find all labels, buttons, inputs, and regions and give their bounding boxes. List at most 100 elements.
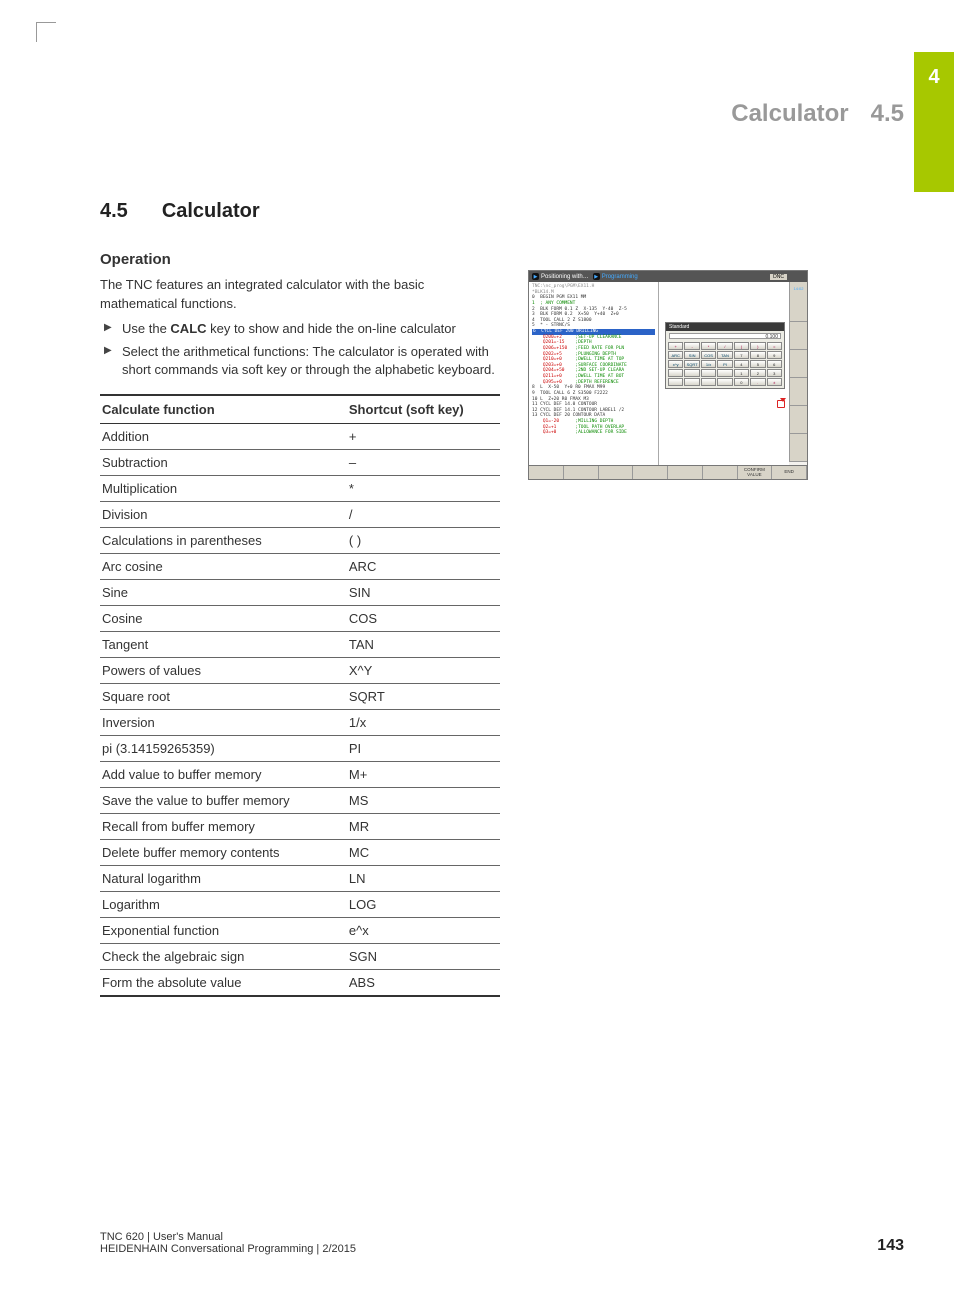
- subheading: Operation: [100, 251, 500, 268]
- table-cell: Delete buffer memory contents: [100, 840, 347, 866]
- table-cell: ( ): [347, 528, 500, 554]
- table-cell: M+: [347, 762, 500, 788]
- table-row: SineSIN: [100, 580, 500, 606]
- table-row: Arc cosineARC: [100, 554, 500, 580]
- table-cell: ARC: [347, 554, 500, 580]
- calc-key[interactable]: [684, 369, 699, 377]
- table-row: Square rootSQRT: [100, 684, 500, 710]
- calc-key[interactable]: *: [701, 342, 716, 350]
- table-cell: LOG: [347, 892, 500, 918]
- table-row: Division/: [100, 502, 500, 528]
- calc-key[interactable]: 2: [750, 369, 765, 377]
- calc-key[interactable]: =: [767, 342, 782, 350]
- table-cell: pi (3.14159265359): [100, 736, 347, 762]
- calc-key[interactable]: 8: [750, 351, 765, 359]
- section-title: Calculator: [162, 200, 260, 223]
- table-cell: e^x: [347, 918, 500, 944]
- calc-key[interactable]: .: [750, 378, 765, 386]
- mode-tab: ▶Programming: [593, 273, 638, 280]
- footer-line: HEIDENHAIN Conversational Programming | …: [100, 1243, 356, 1255]
- calc-key[interactable]: [701, 378, 716, 386]
- table-row: Addition+: [100, 424, 500, 450]
- softkey[interactable]: [633, 466, 668, 479]
- calc-key[interactable]: /: [717, 342, 732, 350]
- sidebar-slot: [790, 406, 807, 434]
- calc-key[interactable]: 5: [750, 360, 765, 368]
- section-heading: 4.5 Calculator: [100, 200, 500, 223]
- softkey[interactable]: [599, 466, 634, 479]
- table-cell: 1/x: [347, 710, 500, 736]
- softkey[interactable]: [668, 466, 703, 479]
- mode-tab: ▶Positioning with…: [532, 273, 589, 280]
- calc-key[interactable]: 0: [734, 378, 749, 386]
- calc-key[interactable]: COS: [701, 351, 716, 359]
- clock-label: 14:02: [792, 286, 806, 294]
- table-cell: /: [347, 502, 500, 528]
- table-cell: Logarithm: [100, 892, 347, 918]
- table-row: Recall from buffer memoryMR: [100, 814, 500, 840]
- calc-key[interactable]: 9: [767, 351, 782, 359]
- calc-key[interactable]: TAN: [717, 351, 732, 359]
- calc-key[interactable]: SQRT: [684, 360, 699, 368]
- sidebar-slot: [790, 434, 807, 462]
- calc-key[interactable]: 4: [734, 360, 749, 368]
- softkey[interactable]: CONFIRM VALUE: [738, 466, 773, 479]
- table-cell: Cosine: [100, 606, 347, 632]
- chapter-tab-number: 4: [928, 66, 939, 89]
- text-column: 4.5 Calculator Operation The TNC feature…: [100, 200, 500, 997]
- graphics-panel: Standard 0.100 +-*/()=ARCSINCOSTAN789x^y…: [659, 282, 789, 465]
- table-cell: Exponential function: [100, 918, 347, 944]
- calc-key[interactable]: [684, 378, 699, 386]
- footer-text: TNC 620 | User's Manual HEIDENHAIN Conve…: [100, 1231, 356, 1255]
- calc-key[interactable]: 1/x: [701, 360, 716, 368]
- calc-key[interactable]: x^y: [668, 360, 683, 368]
- page-footer: TNC 620 | User's Manual HEIDENHAIN Conve…: [100, 1231, 904, 1255]
- bullet-bold: CALC: [170, 321, 206, 336]
- table-row: Add value to buffer memoryM+: [100, 762, 500, 788]
- calc-key[interactable]: [717, 369, 732, 377]
- softkey[interactable]: [564, 466, 599, 479]
- calc-key[interactable]: 3: [767, 369, 782, 377]
- section-number: 4.5: [100, 200, 128, 223]
- calc-key[interactable]: 1: [734, 369, 749, 377]
- table-row: pi (3.14159265359)PI: [100, 736, 500, 762]
- table-cell: Save the value to buffer memory: [100, 788, 347, 814]
- header-section: 4.5: [871, 100, 904, 128]
- dnc-badge: DNC: [770, 274, 787, 280]
- table-cell: Tangent: [100, 632, 347, 658]
- calc-key[interactable]: ARC: [668, 351, 683, 359]
- table-cell: SIN: [347, 580, 500, 606]
- calc-key[interactable]: [668, 378, 683, 386]
- calc-key[interactable]: PI: [717, 360, 732, 368]
- page-number: 143: [877, 1237, 904, 1255]
- table-row: Multiplication*: [100, 476, 500, 502]
- table-cell: Division: [100, 502, 347, 528]
- table-cell: X^Y: [347, 658, 500, 684]
- calc-key[interactable]: 6: [767, 360, 782, 368]
- calc-key[interactable]: [701, 369, 716, 377]
- softkey[interactable]: [703, 466, 738, 479]
- calc-key[interactable]: [717, 378, 732, 386]
- calc-key[interactable]: +: [668, 342, 683, 350]
- calc-key[interactable]: [668, 369, 683, 377]
- calc-key[interactable]: ±: [767, 378, 782, 386]
- calc-key[interactable]: 7: [734, 351, 749, 359]
- calc-key[interactable]: -: [684, 342, 699, 350]
- table-cell: *: [347, 476, 500, 502]
- table-cell: SGN: [347, 944, 500, 970]
- bullet-item: Select the arithmetical functions: The c…: [100, 343, 500, 381]
- table-row: TangentTAN: [100, 632, 500, 658]
- calculator-title: Standard: [666, 323, 784, 331]
- calc-key[interactable]: (: [734, 342, 749, 350]
- table-cell: SQRT: [347, 684, 500, 710]
- calc-key[interactable]: ): [750, 342, 765, 350]
- table-row: Powers of valuesX^Y: [100, 658, 500, 684]
- softkey[interactable]: [529, 466, 564, 479]
- calculator-keypad: +-*/()= ARCSINCOSTAN789 x^ySQRT1/xPI456 123…: [666, 341, 784, 388]
- table-cell: PI: [347, 736, 500, 762]
- calc-key[interactable]: SIN: [684, 351, 699, 359]
- mode-icon: ▶: [593, 273, 600, 280]
- softkey[interactable]: END: [772, 466, 807, 479]
- table-row: Natural logarithmLN: [100, 866, 500, 892]
- running-header: Calculator 4.5: [504, 100, 904, 128]
